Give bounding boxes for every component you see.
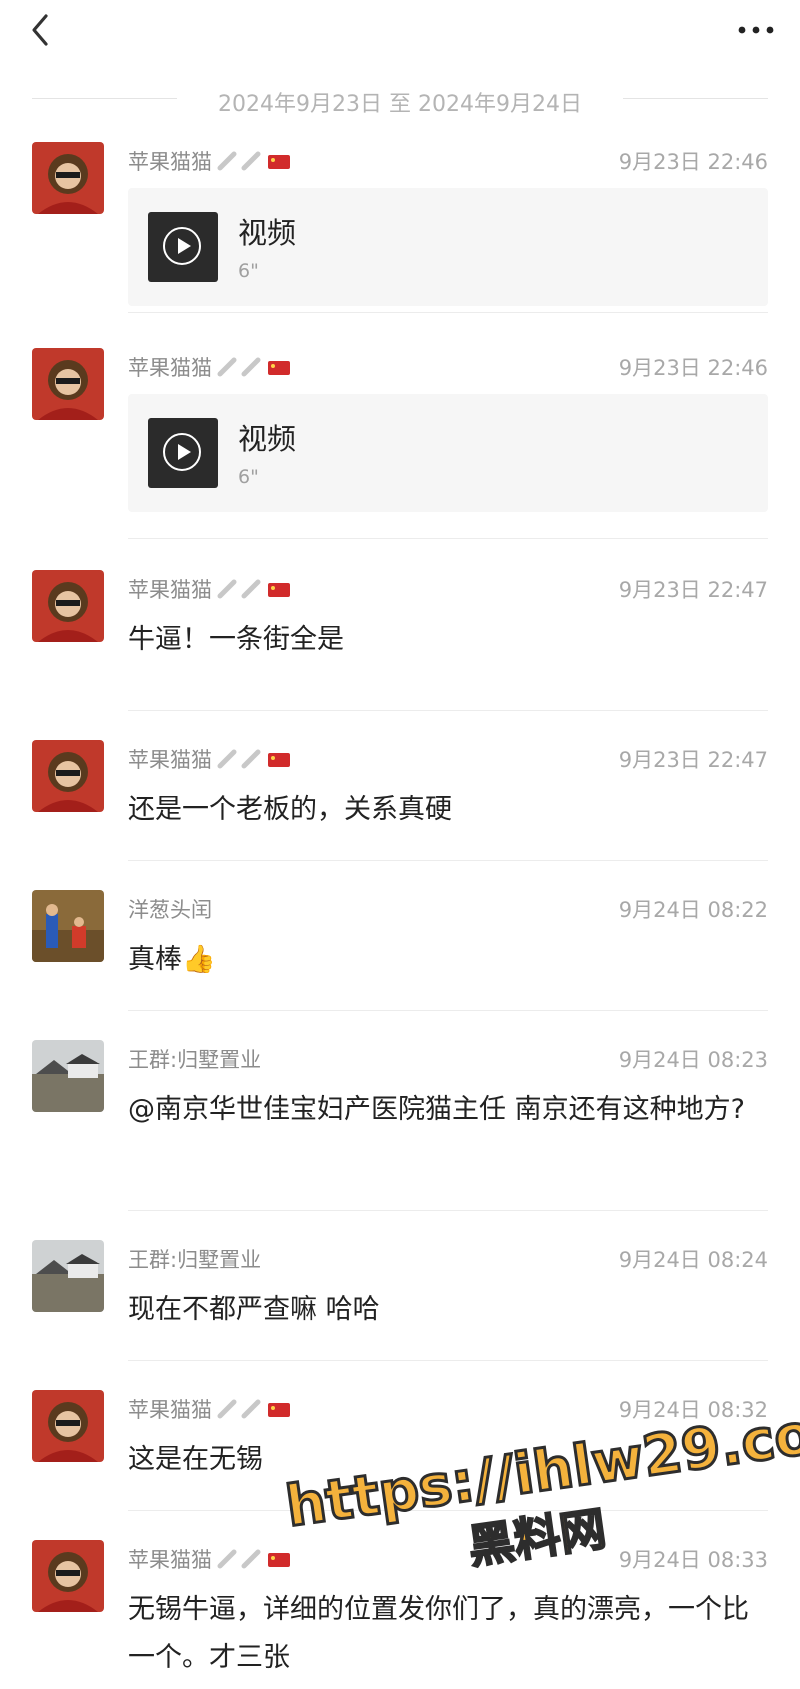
message-item: 王群:归墅置业 9月24日 08:24 现在不都严查嘛 哈哈 bbox=[0, 1240, 800, 1350]
avatar[interactable] bbox=[32, 740, 104, 812]
message-time: 9月24日 08:23 bbox=[618, 1048, 768, 1072]
message-time: 9月24日 08:24 bbox=[618, 1248, 768, 1272]
sender-name-text: 苹果猫猫 bbox=[128, 1548, 212, 1572]
top-bar bbox=[0, 0, 800, 70]
avatar[interactable] bbox=[32, 1040, 104, 1112]
sender-name-text: 苹果猫猫 bbox=[128, 1398, 212, 1422]
message-time: 9月23日 22:46 bbox=[618, 356, 768, 380]
message-separator bbox=[128, 538, 768, 539]
message-text: 还是一个老板的，关系真硬 bbox=[128, 794, 452, 825]
message-separator bbox=[128, 1210, 768, 1211]
sender-name: 苹果猫猫 bbox=[128, 1394, 296, 1425]
message-text: 无锡牛逼，详细的位置发你们了，真的漂亮，一个比一个。才三张 bbox=[128, 1594, 749, 1673]
sender-name: 苹果猫猫 bbox=[128, 574, 296, 605]
message-time: 9月24日 08:33 bbox=[618, 1548, 768, 1572]
avatar[interactable] bbox=[32, 570, 104, 642]
sender-name-text: 苹果猫猫 bbox=[128, 578, 212, 602]
chevron-left-icon[interactable] bbox=[22, 10, 62, 50]
message-item: 苹果猫猫 9月23日 22:46 视频 6" bbox=[0, 142, 800, 312]
video-label: 视频 bbox=[238, 422, 297, 456]
date-range-label: 2024年9月23日 至 2024年9月24日 bbox=[218, 92, 582, 117]
video-duration: 6" bbox=[238, 466, 259, 488]
play-icon bbox=[163, 433, 201, 471]
message-item: 苹果猫猫 9月24日 08:33 无锡牛逼，详细的位置发你们了，真的漂亮，一个比… bbox=[0, 1540, 800, 1689]
message-text: 牛逼！一条街全是 bbox=[128, 624, 344, 655]
badge-icons bbox=[216, 748, 296, 775]
message-time: 9月23日 22:46 bbox=[618, 150, 768, 174]
avatar[interactable] bbox=[32, 890, 104, 962]
video-card[interactable]: 视频 6" bbox=[128, 394, 768, 512]
message-item: 苹果猫猫 9月23日 22:46 视频 6" bbox=[0, 348, 800, 518]
date-range-divider: 2024年9月23日 至 2024年9月24日 bbox=[0, 78, 800, 118]
avatar[interactable] bbox=[32, 142, 104, 214]
badge-icons bbox=[216, 1398, 296, 1425]
sender-name: 苹果猫猫 bbox=[128, 744, 296, 775]
avatar[interactable] bbox=[32, 1540, 104, 1612]
message-separator bbox=[128, 312, 768, 313]
sender-name: 苹果猫猫 bbox=[128, 146, 296, 177]
message-time: 9月24日 08:22 bbox=[618, 898, 768, 922]
video-thumbnail bbox=[148, 212, 218, 282]
message-time: 9月23日 22:47 bbox=[618, 578, 768, 602]
message-text: 真棒👍 bbox=[128, 944, 216, 975]
message-separator bbox=[128, 710, 768, 711]
message-time: 9月24日 08:32 bbox=[618, 1398, 768, 1422]
sender-name: 苹果猫猫 bbox=[128, 1544, 296, 1575]
divider-line bbox=[623, 98, 768, 99]
more-dots-icon[interactable] bbox=[734, 10, 778, 50]
badge-icons bbox=[216, 356, 296, 383]
sender-name-text: 苹果猫猫 bbox=[128, 150, 212, 174]
play-icon bbox=[163, 227, 201, 265]
message-text: 现在不都严查嘛 哈哈 bbox=[128, 1294, 380, 1325]
avatar[interactable] bbox=[32, 1390, 104, 1462]
video-label: 视频 bbox=[238, 216, 297, 250]
message-text: 这是在无锡 bbox=[128, 1444, 263, 1475]
message-text: @南京华世佳宝妇产医院猫主任 南京还有这种地方? bbox=[128, 1094, 745, 1125]
message-item: 苹果猫猫 9月23日 22:47 牛逼！一条街全是 bbox=[0, 570, 800, 680]
video-duration: 6" bbox=[238, 260, 259, 282]
sender-name: 苹果猫猫 bbox=[128, 352, 296, 383]
avatar[interactable] bbox=[32, 348, 104, 420]
message-separator bbox=[128, 860, 768, 861]
avatar[interactable] bbox=[32, 1240, 104, 1312]
badge-icons bbox=[216, 1548, 296, 1575]
video-thumbnail bbox=[148, 418, 218, 488]
message-item: 洋葱头闰 9月24日 08:22 真棒👍 bbox=[0, 890, 800, 1000]
sender-name: 洋葱头闰 bbox=[128, 898, 212, 922]
message-separator bbox=[128, 1510, 768, 1511]
message-item: 王群:归墅置业 9月24日 08:23 @南京华世佳宝妇产医院猫主任 南京还有这… bbox=[0, 1040, 800, 1190]
sender-name-text: 苹果猫猫 bbox=[128, 356, 212, 380]
message-separator bbox=[128, 1010, 768, 1011]
message-separator bbox=[128, 1360, 768, 1361]
sender-name: 王群:归墅置业 bbox=[128, 1248, 262, 1272]
badge-icons bbox=[216, 578, 296, 605]
badge-icons bbox=[216, 150, 296, 177]
sender-name: 王群:归墅置业 bbox=[128, 1048, 262, 1072]
video-card[interactable]: 视频 6" bbox=[128, 188, 768, 306]
message-item: 苹果猫猫 9月23日 22:47 还是一个老板的，关系真硬 bbox=[0, 740, 800, 850]
sender-name-text: 苹果猫猫 bbox=[128, 748, 212, 772]
message-item: 苹果猫猫 9月24日 08:32 这是在无锡 bbox=[0, 1390, 800, 1500]
message-time: 9月23日 22:47 bbox=[618, 748, 768, 772]
